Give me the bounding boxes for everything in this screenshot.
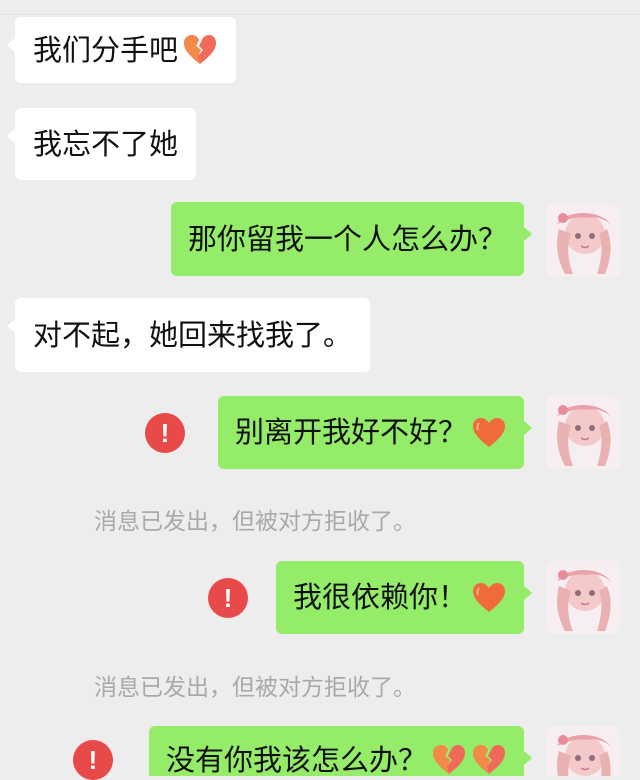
red-heart-icon — [471, 417, 507, 449]
message-text: 我很依赖你！ — [292, 580, 467, 614]
send-failed-icon[interactable]: ! — [73, 740, 113, 780]
red-heart-icon — [471, 582, 507, 614]
user-avatar[interactable] — [547, 396, 620, 469]
message-text: 没有你我该怎么办？ — [165, 743, 427, 777]
rejected-message-note: 消息已发出，但被对方拒收了。 — [94, 509, 416, 535]
send-failed-icon[interactable]: ! — [208, 578, 248, 618]
outgoing-message-bubble[interactable]: 没有你我该怎么办？ — [148, 726, 533, 777]
incoming-message-bubble[interactable]: 我忘不了她 — [6, 108, 197, 180]
outgoing-message-bubble[interactable]: 那你留我一个人怎么办？ — [170, 202, 533, 276]
user-avatar[interactable] — [547, 204, 620, 277]
incoming-message-bubble[interactable]: 我们分手吧 — [6, 17, 237, 83]
user-avatar[interactable] — [547, 561, 620, 634]
message-text: 别离开我好不好？ — [234, 415, 467, 449]
message-text: 对不起，她回来找我了。 — [33, 317, 353, 352]
top-divider — [0, 0, 640, 15]
user-avatar[interactable] — [547, 726, 620, 776]
outgoing-message-bubble[interactable]: 我很依赖你！ — [275, 561, 533, 634]
send-failed-icon[interactable]: ! — [145, 413, 185, 453]
broken-heart-icon — [471, 744, 507, 776]
incoming-message-bubble[interactable]: 对不起，她回来找我了。 — [6, 298, 371, 372]
message-text: 那你留我一个人怎么办？ — [187, 221, 507, 256]
broken-heart-icon — [431, 744, 467, 776]
rejected-message-note: 消息已发出，但被对方拒收了。 — [94, 675, 416, 701]
message-text: 我们分手吧 — [33, 32, 179, 67]
broken-heart-icon — [182, 34, 218, 66]
outgoing-message-bubble[interactable]: 别离开我好不好？ — [217, 396, 533, 469]
message-text: 我忘不了她 — [33, 126, 179, 161]
